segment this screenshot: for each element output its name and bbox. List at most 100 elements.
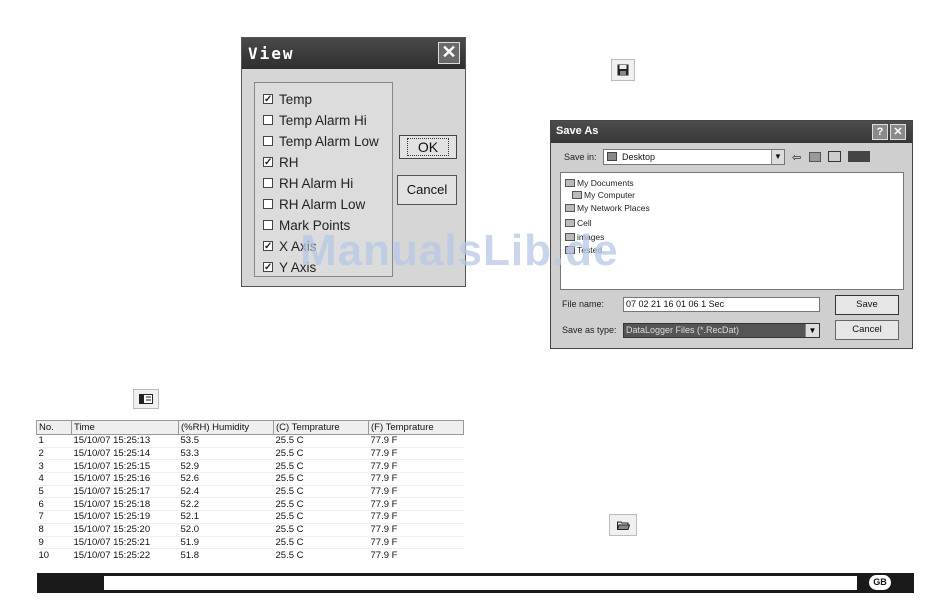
save-as-titlebar: Save As ? ✕ [551, 121, 912, 143]
table-cell: 25.5 C [273, 447, 369, 461]
table-row[interactable]: 4 15/10/07 15:25:16 52.6 25.5 C 77.9 F [36, 472, 464, 486]
table-cell: 15/10/07 15:25:22 [73, 549, 151, 561]
table-cell: 52.6 [178, 472, 274, 486]
view-option[interactable]: RH Alarm Low [263, 194, 365, 214]
save-in-select[interactable]: Desktop ▼ [603, 149, 785, 165]
table-cell: 15/10/07 15:25:14 [71, 447, 179, 461]
view-option-label: Temp [279, 91, 313, 107]
table-row[interactable]: 5 15/10/07 15:25:17 52.4 25.5 C 77.9 F [36, 485, 464, 499]
view-option[interactable]: Temp Alarm Low [263, 131, 379, 151]
file-list-item[interactable]: My Network Places [565, 203, 650, 213]
table-view-icon[interactable] [133, 389, 159, 409]
file-list-item[interactable]: My Documents [565, 178, 634, 188]
file-name-input[interactable]: 07 02 21 16 01 06 1 Sec [623, 297, 820, 312]
table-row[interactable]: 3 15/10/07 15:25:15 52.9 25.5 C 77.9 F [36, 459, 464, 474]
table-cell: 25.5 C [273, 434, 369, 448]
table-cell: 2 [36, 447, 72, 461]
column-header-celsius[interactable]: (C) Temprature [273, 420, 369, 435]
save-button[interactable]: Save [835, 295, 899, 315]
table-cell: 1 [36, 434, 72, 448]
checkbox-checked[interactable]: ✓ [263, 262, 273, 273]
table-row[interactable]: 6 15/10/07 15:25:18 52.2 25.5 C 77.9 F [36, 497, 464, 512]
file-list-item-label: My Documents [577, 178, 634, 188]
checkbox[interactable] [263, 199, 273, 209]
view-option-label: RH [279, 154, 299, 170]
floppy-disk-icon[interactable] [611, 59, 635, 81]
up-folder-icon[interactable] [809, 152, 821, 162]
checkbox[interactable] [263, 115, 273, 125]
data-table: No. Time (%RH) Humidity (C) Temprature (… [36, 420, 464, 561]
view-option[interactable]: RH Alarm Hi [263, 173, 353, 193]
folder-icon [565, 179, 575, 187]
column-header-humidity[interactable]: (%RH) Humidity [178, 420, 274, 435]
save-as-title: Save As [556, 125, 599, 137]
view-option-label: Temp Alarm Low [279, 133, 379, 149]
table-cell: 15/10/07 15:25:21 [71, 536, 179, 550]
save-type-label: Save as type: [562, 325, 617, 335]
watermark: ManualsLib.de [300, 226, 619, 275]
ok-button[interactable]: OK [399, 135, 457, 159]
file-list-item-label: My Computer [584, 190, 636, 200]
table-row[interactable]: 7 15/10/07 15:25:19 52.1 25.5 C 77.9 F [36, 510, 464, 524]
help-icon[interactable]: ? [872, 124, 888, 140]
table-cell: 53.5 [178, 434, 274, 448]
save-in-value: Desktop [622, 152, 656, 162]
file-list-item[interactable]: My Computer [572, 190, 635, 200]
checkbox-checked[interactable]: ✓ [263, 94, 273, 105]
chevron-down-icon[interactable]: ▼ [771, 150, 784, 164]
cancel-button[interactable]: Cancel [835, 320, 899, 340]
view-option[interactable]: Temp Alarm Hi [263, 110, 367, 130]
table-cell: 3 [36, 459, 72, 474]
table-row[interactable]: 10 15/10/07 15:25:22 51.8 25.5 C 77.9 F [37, 549, 464, 561]
back-icon[interactable]: ⇦ [792, 151, 801, 164]
column-header-fahrenheit[interactable]: (F) Temprature [368, 420, 464, 435]
table-cell: 15/10/07 15:25:20 [71, 523, 179, 537]
language-badge: GB [869, 575, 891, 590]
checkbox[interactable] [263, 220, 273, 230]
chevron-down-icon[interactable]: ▼ [805, 324, 819, 337]
column-header-time[interactable]: Time [71, 420, 179, 435]
table-row[interactable]: 2 15/10/07 15:25:14 53.3 25.5 C 77.9 F [36, 447, 464, 461]
table-cell: 77.9 F [368, 434, 464, 448]
new-folder-icon[interactable] [828, 151, 841, 162]
table-row[interactable]: 1 15/10/07 15:25:13 53.5 25.5 C 77.9 F [36, 434, 464, 448]
table-cell: 15/10/07 15:25:16 [71, 472, 179, 486]
checkbox-checked[interactable]: ✓ [263, 157, 273, 168]
table-cell: 77.9 F [368, 510, 464, 524]
table-cell: 25.5 C [273, 536, 369, 550]
table-cell: 15/10/07 15:25:18 [71, 497, 179, 512]
table-row[interactable]: 9 15/10/07 15:25:21 51.9 25.5 C 77.9 F [36, 536, 464, 550]
view-option[interactable]: ✓ RH [263, 152, 299, 172]
checkbox[interactable] [263, 136, 273, 146]
table-cell: 4 [36, 472, 72, 486]
view-option[interactable]: ✓ Temp [263, 89, 312, 109]
table-cell: 25.5 C [273, 523, 369, 537]
table-body: 1 15/10/07 15:25:13 53.5 25.5 C 77.9 F 2 15/10… [36, 434, 464, 561]
save-type-select[interactable]: DataLogger Files (*.RecDat) ▼ [623, 323, 820, 338]
file-name-label: File name: [562, 299, 605, 309]
table-cell: 9 [36, 536, 72, 550]
table-cell: 51.9 [178, 536, 274, 550]
table-cell: 7 [36, 510, 72, 524]
view-option-label: RH Alarm Hi [279, 175, 354, 191]
table-cell: 51.8 [180, 549, 200, 561]
table-cell: 77.9 F [368, 536, 464, 550]
table-cell: 25.5 C [273, 485, 369, 499]
column-header-no[interactable]: No. [36, 420, 72, 435]
open-folder-icon[interactable] [609, 514, 637, 536]
table-cell: 53.3 [178, 447, 274, 461]
table-cell: 25.5 C [273, 459, 369, 474]
footer-stripe [104, 576, 857, 590]
footer-bar: GB [37, 573, 914, 593]
table-row[interactable]: 8 15/10/07 15:25:20 52.0 25.5 C 77.9 F [36, 523, 464, 537]
table-cell: 77.9 F [368, 485, 464, 499]
view-menu-icon[interactable] [848, 151, 870, 162]
close-icon[interactable]: ✕ [890, 124, 906, 140]
folder-icon [572, 191, 582, 199]
table-cell: 6 [36, 497, 72, 512]
table-cell: 25.5 C [273, 497, 369, 512]
checkbox-checked[interactable]: ✓ [263, 241, 273, 252]
checkbox[interactable] [263, 178, 273, 188]
cancel-button[interactable]: Cancel [397, 175, 457, 205]
close-icon[interactable]: ✕ [438, 42, 460, 64]
